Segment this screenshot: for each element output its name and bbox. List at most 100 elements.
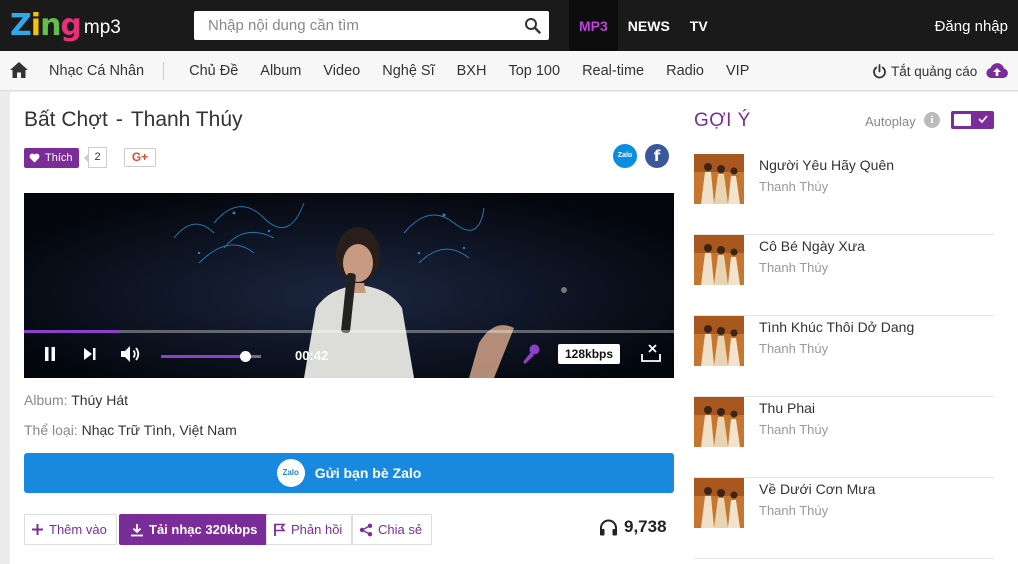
share-button[interactable]: Chia sẻ <box>352 514 433 545</box>
nav-item-personal[interactable]: Nhạc Cá Nhân <box>38 51 155 91</box>
add-to-label: Thêm vào <box>49 522 107 537</box>
add-to-button[interactable]: Thêm vào <box>24 514 117 545</box>
logo-mp3-text: mp3 <box>83 17 121 38</box>
google-plus-button[interactable]: G+ <box>124 148 156 167</box>
suggestion-item[interactable]: Về Dưới Cơn Mưa Thanh Thúy <box>694 478 994 559</box>
next-track-icon[interactable] <box>84 348 96 360</box>
suggestion-song-name: Cô Bé Ngày Xưa <box>759 238 865 254</box>
feedback-button[interactable]: Phản hồi <box>266 514 353 545</box>
seek-progress <box>24 330 121 333</box>
heart-icon <box>29 153 40 163</box>
download-button[interactable]: Tải nhạc 320kbps <box>119 514 268 545</box>
zalo-share-icon[interactable]: Zalo <box>613 144 637 168</box>
headphones-icon <box>600 519 617 535</box>
suggestion-song-name: Thu Phai <box>759 400 816 416</box>
nav-item-vip[interactable]: VIP <box>715 51 760 91</box>
song-name: Bất Chợt <box>24 108 108 131</box>
album-info: Album: Thúy Hát <box>24 392 128 408</box>
suggestion-item[interactable]: Cô Bé Ngày Xưa Thanh Thúy <box>694 235 994 316</box>
volume-slider[interactable] <box>161 351 261 362</box>
quality-selector[interactable]: 128kbps <box>558 344 621 364</box>
plus-icon <box>32 524 43 535</box>
nav-item-realtime[interactable]: Real-time <box>571 51 655 91</box>
karaoke-mic-icon[interactable] <box>521 343 541 365</box>
nav-divider <box>163 62 165 80</box>
ad-off-button[interactable]: Tắt quảng cáo <box>872 51 977 91</box>
search-icon[interactable] <box>524 17 541 34</box>
autoplay-toggle[interactable] <box>951 111 994 129</box>
toggle-knob <box>954 114 971 126</box>
collapse-player-icon[interactable] <box>641 344 661 362</box>
zalo-icon: Zalo <box>276 459 305 487</box>
volume-icon[interactable] <box>120 345 142 363</box>
suggestion-artist: Thanh Thúy <box>759 422 829 437</box>
suggestion-artist: Thanh Thúy <box>759 341 829 356</box>
suggestion-item[interactable]: Tình Khúc Thôi Dở Dang Thanh Thúy <box>694 316 994 397</box>
suggestion-artist: Thanh Thúy <box>759 503 829 518</box>
tab-tv[interactable]: TV <box>680 0 718 51</box>
login-link[interactable]: Đăng nhập <box>935 0 1008 54</box>
song-artist-link[interactable]: Thanh Thúy <box>131 108 243 131</box>
autoplay-label: Autoplay <box>865 114 916 129</box>
search-box <box>194 11 549 40</box>
download-label: Tải nhạc 320kbps <box>149 522 258 537</box>
album-link[interactable]: Thúy Hát <box>71 392 128 408</box>
power-icon <box>873 63 886 78</box>
pause-icon[interactable] <box>44 347 56 361</box>
nav-items: Nhạc Cá Nhân Chủ Đề Album Video Nghệ Sĩ … <box>38 51 760 91</box>
suggestion-item[interactable]: Người Yêu Hãy Quên Thanh Thúy <box>694 154 994 235</box>
suggestion-artist: Thanh Thúy <box>759 260 829 275</box>
feedback-label: Phản hồi <box>291 522 343 537</box>
nav-item-topics[interactable]: Chủ Đề <box>178 51 249 91</box>
info-icon[interactable]: i <box>924 112 940 128</box>
tab-mp3[interactable]: MP3 <box>569 0 618 51</box>
time-divider: | <box>334 348 338 363</box>
album-thumbnail <box>694 316 744 366</box>
suggestion-song-name: Người Yêu Hãy Quên <box>759 157 895 173</box>
logo-zing-text: Zing <box>10 8 82 43</box>
genre-link[interactable]: Nhạc Trữ Tình, Việt Nam <box>82 422 237 438</box>
album-thumbnail <box>694 397 744 447</box>
flag-icon <box>274 523 286 536</box>
send-zalo-button[interactable]: Zalo Gửi bạn bè Zalo <box>24 453 674 493</box>
current-time: 00:42 <box>295 348 329 363</box>
suggestion-song-name: Về Dưới Cơn Mưa <box>759 481 876 497</box>
like-label: Thích <box>45 152 73 164</box>
song-title: Bất Chợt - Thanh Thúy <box>24 108 243 132</box>
zing-mp3-logo[interactable]: Zing mp3 <box>10 6 121 44</box>
nav-item-radio[interactable]: Radio <box>655 51 715 91</box>
home-icon[interactable] <box>9 61 29 79</box>
like-count: 2 <box>84 147 107 168</box>
top-tabs: MP3 NEWS TV <box>569 0 718 51</box>
main-content: Bất Chợt-Thanh Thúy Thích 2 G+ Zalo f <box>10 92 1018 564</box>
cloud-upload-icon[interactable] <box>985 61 1009 81</box>
nav-item-artists[interactable]: Nghệ Sĩ <box>371 51 445 91</box>
suggestion-item[interactable]: Thu Phai Thanh Thúy <box>694 397 994 478</box>
share-label: Chia sẻ <box>378 522 423 537</box>
main-nav: Nhạc Cá Nhân Chủ Đề Album Video Nghệ Sĩ … <box>0 51 1018 91</box>
volume-level <box>161 355 245 358</box>
album-thumbnail <box>694 154 744 204</box>
suggestion-artist: Thanh Thúy <box>759 179 829 194</box>
search-input[interactable] <box>194 11 514 40</box>
nav-item-top100[interactable]: Top 100 <box>497 51 571 91</box>
tab-news[interactable]: NEWS <box>618 0 680 51</box>
nav-item-album[interactable]: Album <box>249 51 312 91</box>
nav-item-charts[interactable]: BXH <box>446 51 498 91</box>
video-player[interactable]: 00:42 | 04:43 128kbps <box>24 193 674 378</box>
album-label: Album: <box>24 392 68 408</box>
genre-info: Thể loại: Nhạc Trữ Tình, Việt Nam <box>24 422 237 438</box>
listen-count: 9,738 <box>599 517 667 537</box>
duration: 04:43 <box>343 348 377 363</box>
nav-item-video[interactable]: Video <box>312 51 371 91</box>
facebook-share-icon[interactable]: f <box>645 144 669 168</box>
suggestions-title: GỢI Ý <box>694 110 751 131</box>
like-button[interactable]: Thích <box>24 148 79 168</box>
listen-count-value: 9,738 <box>624 517 667 536</box>
top-header: Zing mp3 MP3 NEWS TV Đăng nhập <box>0 0 1018 51</box>
volume-knob[interactable] <box>240 351 251 362</box>
send-zalo-label: Gửi bạn bè Zalo <box>314 465 422 481</box>
album-thumbnail <box>694 235 744 285</box>
seek-bar[interactable] <box>24 330 674 333</box>
check-icon <box>978 115 988 124</box>
